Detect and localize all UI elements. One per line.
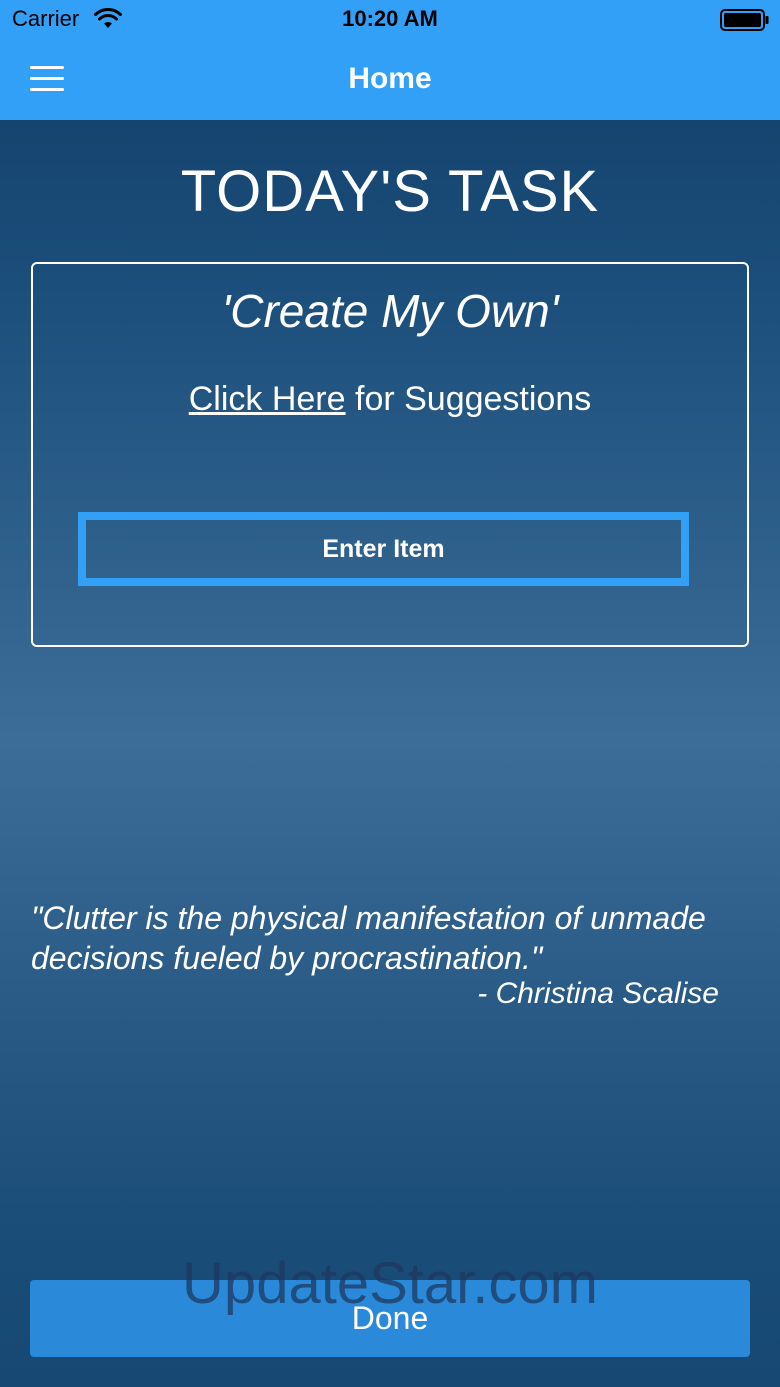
task-card: 'Create My Own' Click Here for Suggestio…	[31, 262, 749, 647]
suggestions-line: Click Here for Suggestions	[33, 380, 747, 419]
click-here-link[interactable]: Click Here	[189, 380, 346, 418]
status-bar: Carrier 10:20 AM	[0, 0, 780, 40]
enter-item-button[interactable]: Enter Item	[78, 512, 689, 586]
nav-title: Home	[348, 62, 432, 95]
quote-text: "Clutter is the physical manifestation o…	[31, 900, 706, 976]
navigation-bar: Home	[0, 40, 780, 120]
task-name: 'Create My Own'	[221, 285, 559, 337]
status-time: 10:20 AM	[342, 6, 438, 31]
quote-author: - Christina Scalise	[477, 977, 719, 1010]
done-button[interactable]: Done	[30, 1280, 750, 1357]
battery-icon	[720, 9, 769, 31]
page-title: TODAY'S TASK	[180, 159, 600, 224]
suggestions-suffix: for Suggestions	[345, 380, 592, 418]
